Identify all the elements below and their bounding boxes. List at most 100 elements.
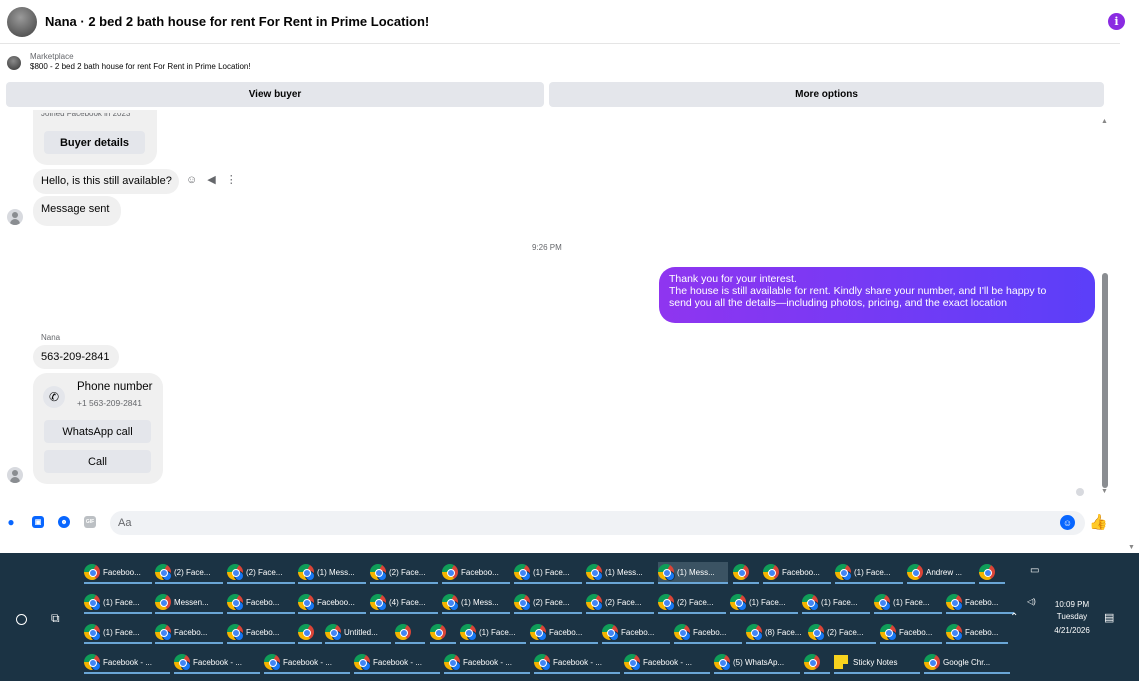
whatsapp-call-button[interactable]: WhatsApp call — [44, 420, 151, 443]
taskbar-window-item[interactable]: Sticky Notes — [834, 652, 920, 674]
thumbs-up-icon[interactable]: 👍 — [1089, 513, 1108, 531]
chrome-icon — [84, 564, 100, 580]
marketplace-listing[interactable]: Marketplace $800 - 2 bed 2 bath house fo… — [7, 52, 251, 71]
emoji-icon[interactable]: ☺ — [1060, 515, 1075, 530]
taskbar-window-item[interactable]: (1) Mess... — [442, 592, 510, 614]
more-options-button[interactable]: More options — [549, 82, 1104, 107]
taskbar-window-item[interactable] — [298, 622, 322, 644]
taskbar-window-item[interactable]: Facebook - ... — [444, 652, 530, 674]
taskbar-window-item[interactable]: (1) Face... — [802, 592, 870, 614]
facebook-favicon-icon — [842, 571, 852, 581]
taskbar-window-item[interactable]: Faceboo... — [84, 562, 152, 584]
taskbar-window-item[interactable] — [804, 652, 830, 674]
taskbar-window-item[interactable] — [430, 622, 456, 644]
taskbar-window-item[interactable]: Untitled... — [325, 622, 391, 644]
taskbar-window-item[interactable]: (1) Mess... — [586, 562, 654, 584]
taskbar-window-item[interactable]: Facebook - ... — [264, 652, 350, 674]
taskbar-window-item[interactable]: Faceboo... — [298, 592, 366, 614]
taskbar-window-item[interactable]: Facebo... — [155, 622, 223, 644]
seen-indicator-avatar — [1076, 488, 1084, 496]
clock-time[interactable]: 10:09 PM — [1052, 598, 1092, 612]
cortana-search-icon[interactable] — [16, 614, 27, 625]
info-icon[interactable]: i — [1108, 13, 1125, 30]
conversation-title[interactable]: Nana · 2 bed 2 bath house for rent For R… — [45, 14, 429, 29]
taskbar-window-item[interactable]: (8) Face... — [746, 622, 814, 644]
taskbar-window-item[interactable]: (2) Face... — [586, 592, 654, 614]
taskbar-window-item[interactable] — [733, 562, 759, 584]
message-input[interactable] — [110, 511, 1085, 535]
taskbar-window-item[interactable]: Andrew ... — [907, 562, 975, 584]
show-hidden-icons-chevron[interactable]: ⌃ — [1010, 612, 1018, 623]
taskbar-item-label: Andrew ... — [926, 567, 963, 577]
facebook-favicon-icon — [953, 631, 963, 641]
scroll-up-icon[interactable]: ▲ — [1101, 118, 1108, 125]
taskbar-window-item[interactable]: (4) Face... — [370, 592, 438, 614]
desktop-icon[interactable]: ▭ — [1030, 565, 1039, 576]
taskbar-window-item[interactable]: (5) WhatsAp... — [714, 652, 800, 674]
page-scroll-down-icon[interactable]: ▼ — [1128, 544, 1135, 551]
taskbar-window-item[interactable]: Facebook - ... — [354, 652, 440, 674]
taskbar-window-item[interactable]: Facebo... — [602, 622, 670, 644]
taskbar-window-item[interactable]: Facebook - ... — [624, 652, 710, 674]
taskbar-window-item[interactable]: Google Chr... — [924, 652, 1010, 674]
taskbar-window-item[interactable]: (2) Face... — [227, 562, 295, 584]
taskbar-item-label: Facebook - ... — [283, 657, 332, 667]
clock-day[interactable]: Tuesday — [1052, 612, 1092, 621]
taskbar-window-item[interactable]: Facebo... — [674, 622, 742, 644]
chrome-icon — [808, 624, 825, 641]
taskbar-window-item[interactable]: (2) Face... — [370, 562, 438, 584]
scroll-down-icon[interactable]: ▼ — [1101, 488, 1108, 495]
contact-avatar[interactable] — [7, 6, 37, 37]
taskbar-window-item[interactable]: Faceboo... — [763, 562, 831, 584]
scrollbar-thumb[interactable] — [1102, 273, 1108, 488]
photo-gallery-icon[interactable]: ▣ — [32, 516, 44, 528]
sticker-icon[interactable]: ☻ — [58, 516, 70, 528]
taskbar-window-item[interactable]: Facebook - ... — [174, 652, 260, 674]
taskbar-window-item[interactable]: (2) Face... — [514, 592, 582, 614]
react-icon[interactable]: ☺ — [186, 174, 197, 186]
taskbar-window-item[interactable]: Facebo... — [227, 622, 295, 644]
call-button[interactable]: Call — [44, 450, 151, 473]
notification-center-icon[interactable]: ▤ — [1104, 611, 1114, 624]
taskbar-window-item[interactable]: (2) Face... — [808, 622, 876, 644]
taskbar-window-item[interactable]: (1) Face... — [730, 592, 798, 614]
taskbar-window-item[interactable]: Facebo... — [946, 592, 1014, 614]
taskbar-window-item[interactable]: Faceboo... — [442, 562, 510, 584]
taskbar-window-item[interactable]: (1) Face... — [514, 562, 582, 584]
buyer-details-button[interactable]: Buyer details — [44, 131, 145, 154]
taskbar-window-item[interactable]: (1) Face... — [874, 592, 942, 614]
view-buyer-button[interactable]: View buyer — [6, 82, 544, 107]
taskbar-window-item[interactable]: Facebo... — [530, 622, 598, 644]
taskbar-window-item[interactable]: Facebook - ... — [84, 652, 170, 674]
taskbar-window-item[interactable]: (1) Face... — [84, 622, 152, 644]
taskbar-window-item[interactable]: (2) Face... — [155, 562, 223, 584]
contact-avatar-small[interactable] — [7, 467, 23, 483]
message-actions: ☺ ◀ ⋮ — [186, 173, 237, 187]
gif-icon[interactable]: GIF — [84, 516, 96, 528]
taskbar-window-item[interactable]: (1) Face... — [84, 592, 152, 614]
reply-icon[interactable]: ◀ — [207, 173, 215, 186]
taskbar-window-item[interactable]: (1) Face... — [835, 562, 903, 584]
outgoing-line: The house is still available for rent. K… — [669, 285, 1047, 297]
facebook-favicon-icon — [681, 631, 691, 641]
taskbar-window-item[interactable]: Messen... — [155, 592, 223, 614]
taskbar-window-item[interactable] — [979, 562, 1005, 584]
contact-avatar-small[interactable] — [7, 209, 23, 225]
taskbar-window-item[interactable]: (1) Face... — [460, 622, 526, 644]
taskbar-window-item[interactable]: (2) Face... — [658, 592, 726, 614]
taskbar-window-item[interactable] — [395, 622, 425, 644]
clock-date[interactable]: 4/21/2026 — [1052, 626, 1092, 635]
microphone-icon[interactable]: ● — [5, 515, 17, 529]
taskbar-window-item[interactable]: (1) Mess... — [658, 562, 728, 584]
taskbar-window-item[interactable]: (1) Mess... — [298, 562, 366, 584]
task-view-icon[interactable]: ⧉ — [51, 611, 60, 626]
chrome-icon — [835, 564, 852, 581]
taskbar-window-item[interactable]: Facebo... — [880, 622, 942, 644]
more-icon[interactable]: ⋮ — [226, 173, 237, 186]
taskbar-window-item[interactable]: Facebo... — [227, 592, 295, 614]
facebook-favicon-icon — [91, 661, 101, 671]
outgoing-line: Thank you for your interest. — [669, 273, 797, 285]
taskbar-window-item[interactable]: Facebook - ... — [534, 652, 620, 674]
taskbar-window-item[interactable]: Facebo... — [946, 622, 1008, 644]
volume-icon[interactable]: ◁) — [1027, 597, 1036, 606]
